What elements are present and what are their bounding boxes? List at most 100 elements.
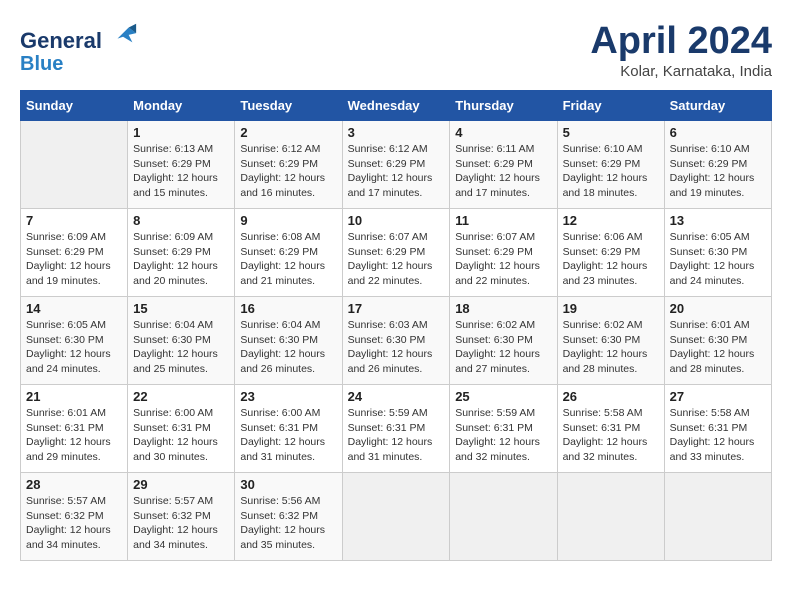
day-number: 7 bbox=[26, 213, 122, 228]
cell-info: Sunrise: 6:05 AMSunset: 6:30 PMDaylight:… bbox=[26, 318, 122, 377]
cell-info: Sunrise: 5:57 AMSunset: 6:32 PMDaylight:… bbox=[26, 494, 122, 553]
day-number: 8 bbox=[133, 213, 229, 228]
calendar-cell: 17 Sunrise: 6:03 AMSunset: 6:30 PMDayligh… bbox=[342, 297, 450, 385]
day-number: 14 bbox=[26, 301, 122, 316]
calendar-cell: 30Sunrise: 5:56 AMSunset: 6:32 PMDayligh… bbox=[235, 473, 342, 561]
calendar-cell: 24Sunrise: 5:59 AMSunset: 6:31 PMDayligh… bbox=[342, 385, 450, 473]
month-title: April 2024 bbox=[590, 20, 772, 63]
calendar-cell: 14 Sunrise: 6:05 AMSunset: 6:30 PMDayligh… bbox=[21, 297, 128, 385]
calendar-cell: 10 Sunrise: 6:07 AMSunset: 6:29 PMDayligh… bbox=[342, 209, 450, 297]
calendar-cell bbox=[450, 473, 557, 561]
cell-info: Sunrise: 6:00 AMSunset: 6:31 PMDaylight:… bbox=[240, 406, 336, 465]
day-number: 5 bbox=[563, 125, 659, 140]
cell-info: Sunrise: 6:05 AMSunset: 6:30 PMDaylight:… bbox=[670, 230, 766, 289]
title-block: April 2024 Kolar, Karnataka, India bbox=[590, 20, 772, 80]
calendar-cell: 12 Sunrise: 6:06 AMSunset: 6:29 PMDayligh… bbox=[557, 209, 664, 297]
day-number: 12 bbox=[563, 213, 659, 228]
calendar-cell: 3 Sunrise: 6:12 AMSunset: 6:29 PMDaylight… bbox=[342, 121, 450, 209]
day-number: 1 bbox=[133, 125, 229, 140]
weekday-header-tuesday: Tuesday bbox=[235, 91, 342, 121]
calendar-cell: 22 Sunrise: 6:00 AMSunset: 6:31 PMDayligh… bbox=[128, 385, 235, 473]
calendar-cell: 1 Sunrise: 6:13 AMSunset: 6:29 PMDaylight… bbox=[128, 121, 235, 209]
cell-info: Sunrise: 6:09 AMSunset: 6:29 PMDaylight:… bbox=[133, 230, 229, 289]
calendar-week-row: 21 Sunrise: 6:01 AMSunset: 6:31 PMDayligh… bbox=[21, 385, 772, 473]
calendar-cell: 23 Sunrise: 6:00 AMSunset: 6:31 PMDayligh… bbox=[235, 385, 342, 473]
cell-info: Sunrise: 6:07 AMSunset: 6:29 PMDaylight:… bbox=[455, 230, 551, 289]
cell-info: Sunrise: 6:11 AMSunset: 6:29 PMDaylight:… bbox=[455, 142, 551, 201]
cell-info: Sunrise: 6:00 AMSunset: 6:31 PMDaylight:… bbox=[133, 406, 229, 465]
weekday-header-monday: Monday bbox=[128, 91, 235, 121]
day-number: 19 bbox=[563, 301, 659, 316]
calendar-cell: 28 Sunrise: 5:57 AMSunset: 6:32 PMDayligh… bbox=[21, 473, 128, 561]
day-number: 2 bbox=[240, 125, 336, 140]
calendar-cell: 7Sunrise: 6:09 AMSunset: 6:29 PMDaylight… bbox=[21, 209, 128, 297]
day-number: 17 bbox=[348, 301, 445, 316]
logo-line1: General bbox=[20, 28, 102, 53]
calendar-cell: 16 Sunrise: 6:04 AMSunset: 6:30 PMDayligh… bbox=[235, 297, 342, 385]
day-number: 29 bbox=[133, 477, 229, 492]
location-text: Kolar, Karnataka, India bbox=[590, 63, 772, 80]
calendar-cell: 20Sunrise: 6:01 AMSunset: 6:30 PMDayligh… bbox=[664, 297, 771, 385]
cell-info: Sunrise: 6:10 AMSunset: 6:29 PMDaylight:… bbox=[563, 142, 659, 201]
day-number: 22 bbox=[133, 389, 229, 404]
day-number: 3 bbox=[348, 125, 445, 140]
calendar-cell: 6 Sunrise: 6:10 AMSunset: 6:29 PMDaylight… bbox=[664, 121, 771, 209]
day-number: 27 bbox=[670, 389, 766, 404]
calendar-cell: 8 Sunrise: 6:09 AMSunset: 6:29 PMDaylight… bbox=[128, 209, 235, 297]
calendar-cell: 29 Sunrise: 5:57 AMSunset: 6:32 PMDayligh… bbox=[128, 473, 235, 561]
day-number: 23 bbox=[240, 389, 336, 404]
calendar-cell: 25 Sunrise: 5:59 AMSunset: 6:31 PMDayligh… bbox=[450, 385, 557, 473]
day-number: 26 bbox=[563, 389, 659, 404]
logo-line2: Blue bbox=[20, 53, 138, 75]
weekday-header-thursday: Thursday bbox=[450, 91, 557, 121]
day-number: 11 bbox=[455, 213, 551, 228]
cell-info: Sunrise: 5:58 AMSunset: 6:31 PMDaylight:… bbox=[670, 406, 766, 465]
cell-info: Sunrise: 5:58 AMSunset: 6:31 PMDaylight:… bbox=[563, 406, 659, 465]
calendar-week-row: 7 Sunrise: 6:09 AMSunset: 6:29 PMDaylight… bbox=[21, 209, 772, 297]
day-number: 9 bbox=[240, 213, 336, 228]
page-header: General Blue April 2024 Kolar, Karnataka… bbox=[20, 20, 772, 80]
calendar-cell: 13 Sunrise: 6:05 AMSunset: 6:30 PMDayligh… bbox=[664, 209, 771, 297]
day-number: 15 bbox=[133, 301, 229, 316]
cell-info: Sunrise: 6:01 AMSunset: 6:30 PMDaylight:… bbox=[670, 318, 766, 377]
day-number: 30 bbox=[240, 477, 336, 492]
day-number: 13 bbox=[670, 213, 766, 228]
weekday-header-saturday: Saturday bbox=[664, 91, 771, 121]
calendar-table: SundayMondayTuesdayWednesdayThursdayFrid… bbox=[20, 90, 772, 561]
calendar-cell: 27 Sunrise: 5:58 AMSunset: 6:31 PMDayligh… bbox=[664, 385, 771, 473]
cell-info: Sunrise: 6:04 AMSunset: 6:30 PMDaylight:… bbox=[240, 318, 336, 377]
calendar-cell: 26 Sunrise: 5:58 AMSunset: 6:31 PMDayligh… bbox=[557, 385, 664, 473]
day-number: 18 bbox=[455, 301, 551, 316]
cell-info: Sunrise: 5:59 AMSunset: 6:31 PMDaylight:… bbox=[455, 406, 551, 465]
cell-info: Sunrise: 6:03 AMSunset: 6:30 PMDaylight:… bbox=[348, 318, 445, 377]
cell-info: Sunrise: 5:57 AMSunset: 6:32 PMDaylight:… bbox=[133, 494, 229, 553]
day-number: 21 bbox=[26, 389, 122, 404]
calendar-cell: 11 Sunrise: 6:07 AMSunset: 6:29 PMDayligh… bbox=[450, 209, 557, 297]
calendar-cell bbox=[664, 473, 771, 561]
calendar-cell: 5 Sunrise: 6:10 AMSunset: 6:29 PMDaylight… bbox=[557, 121, 664, 209]
logo-bird-icon bbox=[110, 20, 138, 48]
day-number: 24 bbox=[348, 389, 445, 404]
day-number: 25 bbox=[455, 389, 551, 404]
day-number: 10 bbox=[348, 213, 445, 228]
weekday-header-wednesday: Wednesday bbox=[342, 91, 450, 121]
cell-info: Sunrise: 6:10 AMSunset: 6:29 PMDaylight:… bbox=[670, 142, 766, 201]
day-number: 6 bbox=[670, 125, 766, 140]
calendar-cell: 18Sunrise: 6:02 AMSunset: 6:30 PMDayligh… bbox=[450, 297, 557, 385]
cell-info: Sunrise: 6:13 AMSunset: 6:29 PMDaylight:… bbox=[133, 142, 229, 201]
calendar-cell: 4Sunrise: 6:11 AMSunset: 6:29 PMDaylight… bbox=[450, 121, 557, 209]
calendar-week-row: 28 Sunrise: 5:57 AMSunset: 6:32 PMDayligh… bbox=[21, 473, 772, 561]
calendar-cell: 2Sunrise: 6:12 AMSunset: 6:29 PMDaylight… bbox=[235, 121, 342, 209]
day-number: 28 bbox=[26, 477, 122, 492]
cell-info: Sunrise: 6:01 AMSunset: 6:31 PMDaylight:… bbox=[26, 406, 122, 465]
cell-info: Sunrise: 6:06 AMSunset: 6:29 PMDaylight:… bbox=[563, 230, 659, 289]
weekday-header-sunday: Sunday bbox=[21, 91, 128, 121]
weekday-header-friday: Friday bbox=[557, 91, 664, 121]
calendar-cell bbox=[21, 121, 128, 209]
cell-info: Sunrise: 6:12 AMSunset: 6:29 PMDaylight:… bbox=[348, 142, 445, 201]
calendar-cell bbox=[342, 473, 450, 561]
day-number: 16 bbox=[240, 301, 336, 316]
calendar-cell: 19Sunrise: 6:02 AMSunset: 6:30 PMDayligh… bbox=[557, 297, 664, 385]
cell-info: Sunrise: 6:07 AMSunset: 6:29 PMDaylight:… bbox=[348, 230, 445, 289]
calendar-week-row: 14 Sunrise: 6:05 AMSunset: 6:30 PMDayligh… bbox=[21, 297, 772, 385]
